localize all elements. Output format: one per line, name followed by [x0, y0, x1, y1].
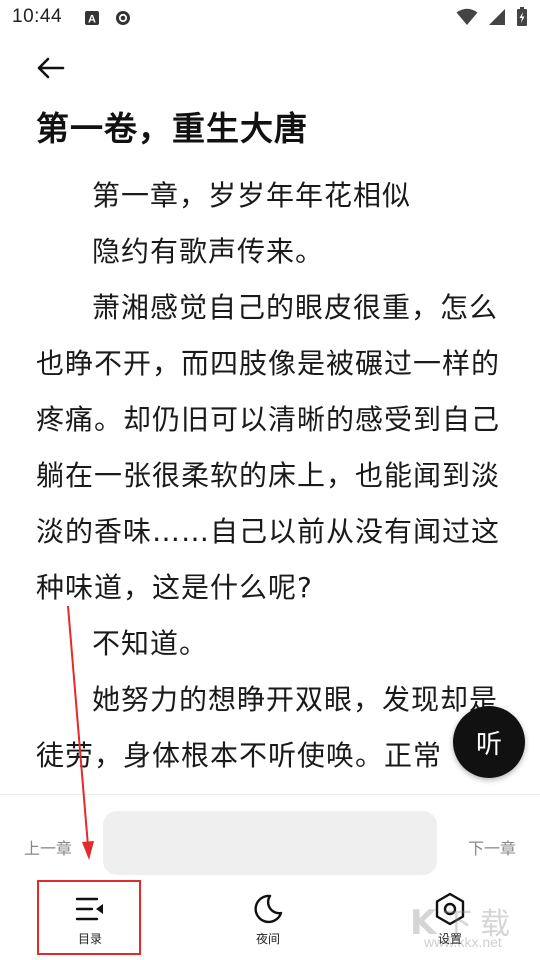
- wifi-icon: [456, 8, 478, 30]
- tab-label: 目录: [77, 932, 102, 946]
- listen-button[interactable]: 听: [453, 706, 525, 778]
- chapter-progress-slider[interactable]: [103, 811, 437, 875]
- next-chapter-button[interactable]: 下一章: [468, 835, 516, 859]
- reading-content[interactable]: 第一章，岁岁年年花相似 隐约有歌声传来。 萧湘感觉自己的眼皮很重，怎么也睁不开，…: [36, 168, 514, 788]
- a-app-icon: A: [84, 10, 100, 26]
- paragraph: 隐约有歌声传来。: [92, 235, 325, 268]
- back-button[interactable]: [30, 50, 70, 90]
- status-bar: 10:44 A: [0, 0, 540, 36]
- tab-night-mode[interactable]: 夜间: [216, 878, 320, 960]
- chapter-heading: 第一章，岁岁年年花相似: [92, 179, 412, 212]
- paragraph: 她努力的想睁开双眼，发现却是徒劳，身体根本不听使唤。正常: [36, 683, 499, 772]
- status-right-icons: [456, 7, 528, 31]
- moon-icon: [251, 892, 285, 926]
- arrow-left-icon: [35, 56, 65, 84]
- tab-label: 设置: [437, 932, 462, 946]
- prev-chapter-button[interactable]: 上一章: [24, 835, 72, 859]
- table-of-contents-icon: [73, 892, 107, 926]
- paragraph: 不知道。: [92, 627, 209, 660]
- bottom-toolbar: 目录 夜间 设置: [0, 878, 540, 960]
- tab-table-of-contents[interactable]: 目录: [38, 878, 142, 960]
- sync-app-icon: [115, 10, 131, 26]
- volume-title: 第一卷，重生大唐: [36, 109, 308, 148]
- settings-hexagon-icon: [433, 892, 467, 926]
- tab-label: 夜间: [255, 932, 280, 946]
- chapter-nav: 上一章 下一章: [0, 794, 540, 878]
- battery-icon: [516, 7, 528, 31]
- signal-icon: [488, 8, 506, 30]
- svg-text:A: A: [88, 14, 96, 26]
- paragraph: 萧湘感觉自己的眼皮很重，怎么也睁不开，而四肢像是被碾过一样的疼痛。却仍旧可以清晰…: [36, 291, 501, 604]
- tab-settings[interactable]: 设置: [398, 878, 502, 960]
- status-time: 10:44: [12, 6, 63, 27]
